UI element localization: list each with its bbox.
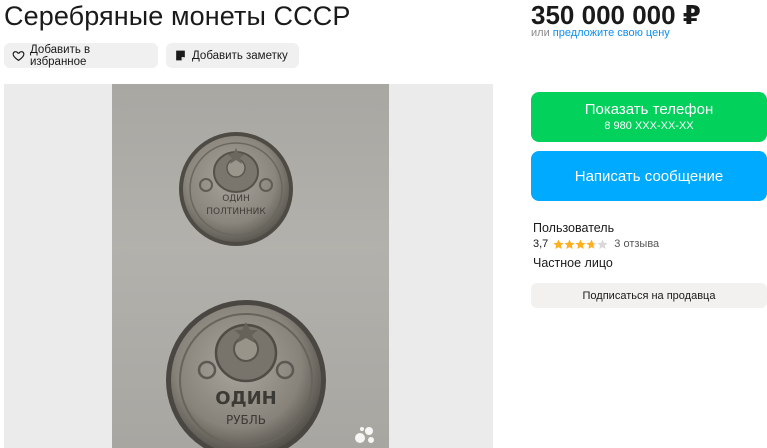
write-message-button[interactable]: Написать сообщение [531, 151, 767, 201]
add-to-favorites-button[interactable]: Добавить в избранное [4, 43, 158, 68]
listing-photo[interactable]: ОДИН ПОЛТИННИК ОДИН РУБЛЬ [112, 84, 389, 448]
add-to-favorites-label: Добавить в избранное [30, 43, 91, 68]
photo-gallery[interactable]: ОДИН ПОЛТИННИК ОДИН РУБЛЬ [4, 84, 493, 448]
add-note-label: Добавить заметку [192, 49, 288, 62]
reviews-link[interactable]: 3 отзыва [614, 238, 659, 250]
avito-logo-icon [355, 427, 374, 443]
svg-text:ОДИН: ОДИН [222, 194, 250, 204]
seller-name[interactable]: Пользователь [533, 221, 614, 235]
avito-watermark [354, 426, 379, 444]
heart-icon [12, 49, 25, 62]
seller-rating: 3,7 3 отзыва [533, 238, 659, 250]
coin-top: ОДИН ПОЛТИННИК [179, 132, 293, 246]
rating-stars [553, 239, 609, 250]
price-offer: или предложите свою цену [531, 27, 670, 39]
svg-text:ОДИН: ОДИН [215, 388, 276, 409]
listing-title: Серебряные монеты СССР [4, 1, 351, 31]
coin-bottom: ОДИН РУБЛЬ [166, 300, 326, 448]
note-icon [174, 49, 187, 62]
add-note-button[interactable]: Добавить заметку [166, 43, 299, 68]
masked-phone: 8 980 XXX-XX-XX [604, 120, 694, 132]
svg-text:ПОЛТИННИК: ПОЛТИННИК [206, 207, 266, 217]
rating-value: 3,7 [533, 238, 549, 250]
show-phone-button[interactable]: Показать телефон 8 980 XXX-XX-XX [531, 92, 767, 142]
coins-image: ОДИН ПОЛТИННИК ОДИН РУБЛЬ [166, 132, 326, 448]
price-or-text: или [531, 27, 553, 39]
svg-text:РУБЛЬ: РУБЛЬ [226, 413, 266, 427]
seller-type: Частное лицо [533, 256, 613, 270]
offer-price-link[interactable]: предложите свою цену [553, 27, 670, 39]
show-phone-label: Показать телефон [584, 101, 714, 118]
subscribe-seller-button[interactable]: Подписаться на продавца [531, 283, 767, 308]
star-icon [553, 239, 608, 249]
